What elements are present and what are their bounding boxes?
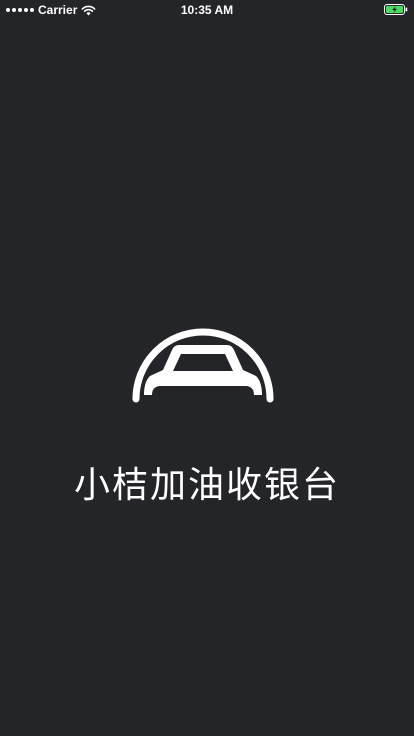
status-bar: Carrier 10:35 AM — [0, 0, 414, 20]
battery-charging-icon — [384, 4, 408, 15]
status-right — [384, 4, 408, 15]
status-time: 10:35 AM — [180, 3, 234, 17]
car-dome-logo-icon — [132, 328, 274, 403]
splash-screen: Carrier 10:35 AM 小桔加油收银台 — [0, 0, 414, 736]
app-title: 小桔加油收银台 — [73, 465, 340, 506]
